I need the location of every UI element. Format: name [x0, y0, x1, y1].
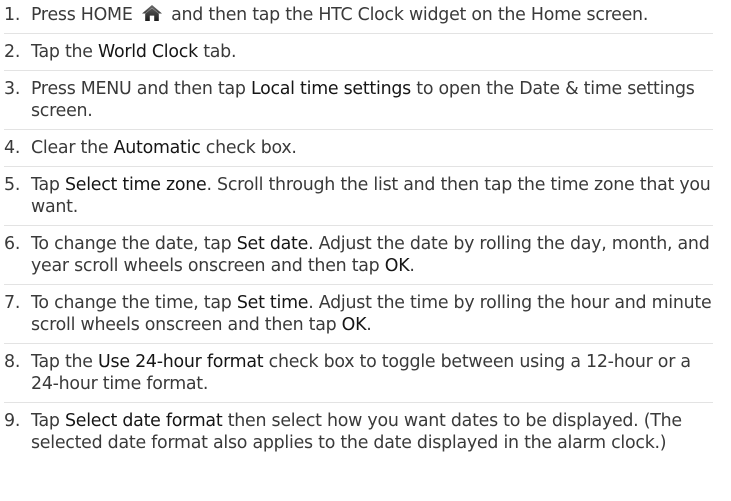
step-text-segment: Tap the [31, 352, 99, 372]
ui-term: OK [384, 256, 410, 276]
ui-term: Select date format [64, 411, 223, 431]
ui-term: Set time [236, 293, 309, 313]
step-text: Tap Select date format then select how y… [31, 411, 682, 453]
step-item: 1. Press HOME and then tap the HTC Clock … [4, 4, 713, 34]
step-text: Clear the Automatic check box. [31, 138, 297, 158]
ui-term: Select time zone [64, 175, 207, 195]
instructions-page: 1. Press HOME and then tap the HTC Clock … [0, 0, 731, 501]
ui-term: Local time settings [250, 79, 411, 99]
step-text-segment: Tap [31, 175, 65, 195]
step-number: 6. [4, 234, 21, 254]
ui-term: Set date [236, 234, 309, 254]
step-text-segment: . [409, 256, 415, 276]
step-number: 1. [4, 5, 21, 25]
step-item: 8. Tap the Use 24-hour format check box t… [4, 351, 713, 403]
step-text-segment: Tap the [31, 42, 99, 62]
step-item: 9. Tap Select date format then select how… [4, 410, 713, 461]
ui-term: Use 24-hour format [98, 352, 264, 372]
step-text-segment: check box. [200, 138, 297, 158]
step-number: 7. [4, 293, 21, 313]
step-number: 3. [4, 79, 21, 99]
step-text: Press MENU and then tap Local time setti… [31, 79, 695, 121]
step-text: To change the date, tap Set date. Adjust… [31, 234, 710, 276]
step-number: 8. [4, 352, 21, 372]
step-text-segment: Tap [31, 411, 65, 431]
step-text-segment: Press MENU and then tap [31, 79, 251, 99]
step-text: Tap the Use 24-hour format check box to … [31, 352, 691, 394]
ui-term: Automatic [113, 138, 201, 158]
step-text-segment: To change the time, tap [31, 293, 237, 313]
step-item: 3. Press MENU and then tap Local time set… [4, 78, 713, 130]
step-item: 2. Tap the World Clock tab. [4, 41, 713, 71]
step-number: 2. [4, 42, 21, 62]
step-item: 5. Tap Select time zone. Scroll through t… [4, 174, 713, 226]
step-text-segment: tab. [197, 42, 237, 62]
step-text: Tap the World Clock tab. [31, 42, 237, 62]
step-text-segment: Press HOME [31, 5, 138, 25]
home-icon [141, 4, 163, 22]
step-text-segment: To change the date, tap [31, 234, 237, 254]
step-number: 9. [4, 411, 21, 431]
steps-list: 1. Press HOME and then tap the HTC Clock … [4, 4, 713, 461]
step-number: 4. [4, 138, 21, 158]
step-item: 6. To change the date, tap Set date. Adju… [4, 233, 713, 285]
step-number: 5. [4, 175, 21, 195]
ui-term: OK [341, 315, 367, 335]
ui-term: World Clock [98, 42, 198, 62]
step-item: 4. Clear the Automatic check box. [4, 137, 713, 167]
step-item: 7. To change the time, tap Set time. Adju… [4, 292, 713, 344]
step-text-segment: Clear the [31, 138, 114, 158]
step-text-segment: and then tap the HTC Clock widget on the… [171, 5, 649, 25]
step-text: Tap Select time zone. Scroll through the… [31, 175, 711, 217]
step-text-segment: . [366, 315, 372, 335]
step-text: Press HOME and then tap the HTC Clock wi… [31, 5, 648, 25]
step-text: To change the time, tap Set time. Adjust… [31, 293, 712, 335]
